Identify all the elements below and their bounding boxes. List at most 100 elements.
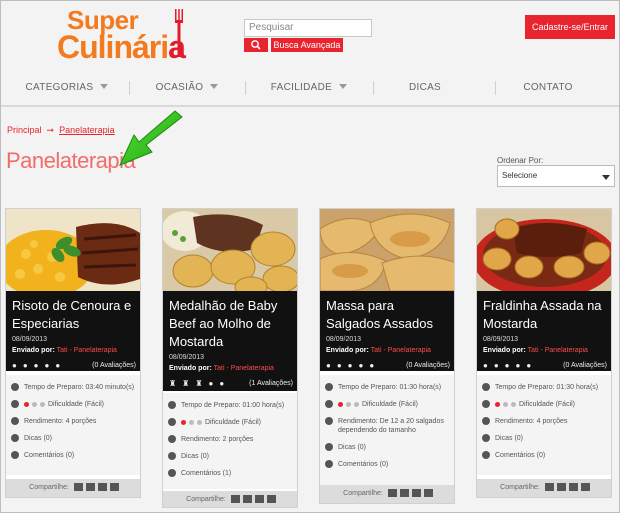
recipe-card[interactable]: Massa para Salgados Assados 08/09/2013 En… [319, 208, 455, 504]
recipe-rating[interactable]: ●●●●● (0 Avaliações) [6, 355, 140, 373]
yield-icon [482, 417, 490, 425]
share-bar: Compartilhe: [477, 479, 611, 497]
difficulty: Dificuldade (Fácil) [6, 400, 140, 409]
email-icon[interactable] [73, 483, 83, 492]
tips-link[interactable]: Dicas (0) [477, 434, 611, 443]
facebook-icon[interactable] [556, 483, 566, 492]
search-input[interactable]: Pesquisar [244, 19, 372, 37]
recipe-title[interactable]: Risoto de Cenoura e Especiarias [6, 291, 140, 333]
recipe-author: Enviado por: Tati - Panelaterapia [326, 347, 431, 354]
prep-time: Tempo de Preparo: 01:30 hora(s) [477, 383, 611, 392]
clock-icon [11, 383, 19, 391]
nav-item-contato[interactable]: CONTATO [513, 75, 583, 101]
clock-icon [168, 401, 176, 409]
tips-icon [11, 434, 19, 442]
chevron-down-icon [100, 84, 109, 90]
nav-item-ocasiao[interactable]: OCASIÃO [151, 75, 223, 101]
difficulty-icon [168, 418, 176, 426]
twitter-icon[interactable] [568, 483, 578, 492]
prep-time: Tempo de Preparo: 03:40 minuto(s) [6, 383, 140, 392]
logo-text-culinaria: Culinária [57, 29, 186, 65]
breadcrumb-arrow-icon: ➞ [46, 125, 55, 135]
nav-item-categorias[interactable]: CATEGORIAS [23, 75, 111, 101]
search-button[interactable] [244, 38, 268, 52]
recipe-date: 08/09/2013 [12, 336, 48, 343]
comment-icon [168, 469, 176, 477]
email-icon[interactable] [387, 489, 397, 498]
breadcrumb-home-link[interactable]: Principal [7, 125, 42, 135]
nav-underline [1, 105, 619, 107]
rating-count: (0 Avaliações) [92, 362, 136, 369]
twitter-icon[interactable] [411, 489, 421, 498]
recipe-author: Enviado por: Tati - Panelaterapia [12, 347, 117, 354]
recipe-photo-medalhao[interactable] [163, 209, 297, 291]
recipe-photo-fraldinha[interactable] [477, 209, 611, 291]
breadcrumb: Principal ➞ Panelaterapia [7, 125, 115, 136]
recipe-card-header: Massa para Salgados Assados 08/09/2013 En… [320, 291, 454, 373]
recipe-photo-risoto[interactable] [6, 209, 140, 291]
print-icon[interactable] [580, 483, 590, 492]
recipe-title[interactable]: Fraldinha Assada na Mostarda [477, 291, 611, 333]
recipe-card[interactable]: Medalhão de Baby Beef ao Molho de Mostarda… [162, 208, 298, 508]
twitter-icon[interactable] [97, 483, 107, 492]
site-logo[interactable]: Super Culinária [57, 5, 207, 65]
recipe-rating[interactable]: ●●●●● (0 Avaliações) [477, 355, 611, 373]
yield: Rendimento: 2 porções [163, 435, 297, 444]
recipe-date: 08/09/2013 [326, 336, 362, 343]
nav-divider [373, 81, 374, 95]
recipe-photo-massa[interactable] [320, 209, 454, 291]
search-icon [251, 40, 261, 50]
chef-hat-rating-icon: ♜♜♜●● [169, 379, 231, 388]
recipe-card-header: Medalhão de Baby Beef ao Molho de Mostarda… [163, 291, 297, 391]
chevron-down-icon [339, 84, 348, 90]
recipe-card-header: Fraldinha Assada na Mostarda 08/09/2013 E… [477, 291, 611, 373]
comments-link[interactable]: Comentários (0) [320, 460, 454, 469]
twitter-icon[interactable] [254, 495, 264, 504]
tips-link[interactable]: Dicas (0) [163, 452, 297, 461]
advanced-search-button[interactable]: Busca Avançada [271, 38, 343, 52]
recipe-rating[interactable]: ♜♜♜●● (1 Avaliações) [163, 373, 297, 391]
recipe-title[interactable]: Massa para Salgados Assados [320, 291, 454, 333]
share-bar: Compartilhe: [6, 479, 140, 497]
nav-item-dicas[interactable]: DICAS [393, 75, 457, 101]
rating-count: (0 Avaliações) [406, 362, 450, 369]
print-icon[interactable] [423, 489, 433, 498]
nav-item-facilidade[interactable]: FACILIDADE [269, 75, 349, 101]
facebook-icon[interactable] [85, 483, 95, 492]
recipe-card-header: Risoto de Cenoura e Especiarias 08/09/201… [6, 291, 140, 373]
comments-link[interactable]: Comentários (0) [6, 451, 140, 460]
email-icon[interactable] [230, 495, 240, 504]
order-by-select[interactable]: Selecione [497, 165, 615, 187]
facebook-icon[interactable] [399, 489, 409, 498]
yield: Rendimento: 4 porções [6, 417, 140, 426]
recipe-rating[interactable]: ●●●●● (0 Avaliações) [320, 355, 454, 373]
recipe-info: Tempo de Preparo: 03:40 minuto(s) Dificu… [6, 375, 140, 475]
comments-link[interactable]: Comentários (0) [477, 451, 611, 460]
difficulty-icon [482, 400, 490, 408]
difficulty: Dificuldade (Fácil) [163, 418, 297, 427]
print-icon[interactable] [266, 495, 276, 504]
tips-icon [168, 452, 176, 460]
share-bar: Compartilhe: [163, 491, 297, 507]
nav-divider [129, 81, 130, 95]
rating-count: (0 Avaliações) [563, 362, 607, 369]
register-login-button[interactable]: Cadastre-se/Entrar [525, 15, 615, 39]
tips-icon [482, 434, 490, 442]
email-icon[interactable] [544, 483, 554, 492]
print-icon[interactable] [109, 483, 119, 492]
prep-time: Tempo de Preparo: 01:00 hora(s) [163, 401, 297, 410]
yield-icon [11, 417, 19, 425]
comments-link[interactable]: Comentários (1) [163, 469, 297, 478]
chevron-down-icon [210, 84, 219, 90]
difficulty: Dificuldade (Fácil) [320, 400, 454, 409]
comment-icon [482, 451, 490, 459]
breadcrumb-current-link[interactable]: Panelaterapia [59, 125, 115, 135]
tips-link[interactable]: Dicas (0) [320, 443, 454, 452]
caret-down-icon [602, 175, 610, 180]
recipe-title[interactable]: Medalhão de Baby Beef ao Molho de Mostarda [163, 291, 297, 351]
recipe-card[interactable]: Risoto de Cenoura e Especiarias 08/09/201… [5, 208, 141, 498]
facebook-icon[interactable] [242, 495, 252, 504]
difficulty-icon [325, 400, 333, 408]
tips-link[interactable]: Dicas (0) [6, 434, 140, 443]
recipe-card[interactable]: Fraldinha Assada na Mostarda 08/09/2013 E… [476, 208, 612, 498]
